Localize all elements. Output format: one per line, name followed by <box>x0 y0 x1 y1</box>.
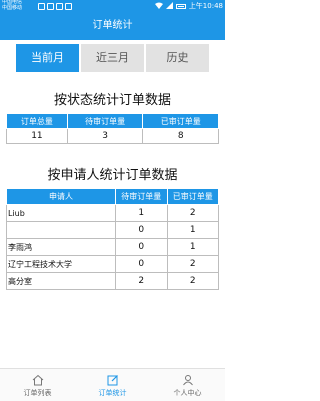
tab-last-three-months[interactable]: 近三月 <box>81 44 144 72</box>
status-right: 上午10:48 <box>154 0 223 12</box>
carrier-line-2: 中国移动 <box>2 4 23 11</box>
approved-count: 2 <box>166 272 219 290</box>
notification-icon <box>65 2 72 10</box>
app-bar: 订单统计 <box>0 12 225 40</box>
pending-count: 2 <box>115 272 168 290</box>
header-pending: 待审订单量 <box>115 188 168 205</box>
home-icon <box>32 374 43 386</box>
table-row: 李雨鸿 0 1 <box>6 238 219 256</box>
table-row: Liub 1 2 <box>6 204 219 222</box>
status-stats-title: 按状态统计订单数据 <box>53 93 171 108</box>
pending-count: 3 <box>66 128 144 144</box>
wifi-icon <box>154 2 163 11</box>
notification-icon <box>56 2 63 10</box>
header-pending: 待审订单量 <box>66 113 144 129</box>
notification-icon <box>47 2 54 10</box>
pending-count: 1 <box>115 204 168 222</box>
approved-count: 1 <box>166 238 219 256</box>
total-count: 11 <box>6 128 68 144</box>
applicant-name <box>6 221 116 239</box>
approved-count: 2 <box>166 255 219 273</box>
pending-count: 0 <box>115 238 168 256</box>
status-stats-table: 订单总量 待审订单量 已审订单量 11 3 8 <box>6 113 219 144</box>
nav-profile-label: 个人中心 <box>173 389 202 397</box>
pending-count: 0 <box>115 255 168 273</box>
battery-icon <box>175 3 186 9</box>
tab-history[interactable]: 历史 <box>146 44 209 72</box>
notification-icon <box>38 2 45 10</box>
header-applicant: 申请人 <box>6 188 116 205</box>
tab-current-month[interactable]: 当前月 <box>16 44 79 72</box>
table-row: 高分室 2 2 <box>6 272 219 290</box>
pending-count: 0 <box>115 221 168 239</box>
table-row: 11 3 8 <box>6 128 219 144</box>
table-header-row: 订单总量 待审订单量 已审订单量 <box>6 113 219 129</box>
applicant-name: 高分室 <box>6 272 116 290</box>
nav-order-list[interactable]: 订单列表 <box>0 369 75 401</box>
approved-count: 2 <box>166 204 219 222</box>
header-total: 订单总量 <box>6 113 68 129</box>
period-tabs: 当前月 近三月 历史 <box>16 44 209 72</box>
bottom-nav: 订单列表 订单统计 个人中心 <box>0 368 225 401</box>
applicant-stats-table: 申请人 待审订单量 已审订单量 Liub 1 2 0 1 李雨鸿 0 1 辽宁工… <box>6 188 219 290</box>
applicant-name: 李雨鸿 <box>6 238 116 256</box>
approved-count: 8 <box>142 128 219 144</box>
nav-order-stats[interactable]: 订单统计 <box>75 369 150 401</box>
edit-icon <box>107 375 118 386</box>
nav-order-stats-label: 订单统计 <box>98 389 127 397</box>
applicant-name: Liub <box>6 204 116 222</box>
table-header-row: 申请人 待审订单量 已审订单量 <box>6 188 219 205</box>
nav-profile[interactable]: 个人中心 <box>150 369 225 401</box>
carrier-info: 中国电信 中国移动 <box>2 0 22 11</box>
applicant-stats-title: 按申请人统计订单数据 <box>47 168 178 183</box>
table-row: 辽宁工程技术大学 0 2 <box>6 255 219 273</box>
table-row: 0 1 <box>6 221 219 239</box>
header-approved: 已审订单量 <box>166 188 219 205</box>
status-bar: 中国电信 中国移动 上午10:48 <box>0 0 225 12</box>
clock: 上午10:48 <box>188 2 223 10</box>
applicant-name: 辽宁工程技术大学 <box>6 255 116 273</box>
notification-icons <box>38 2 72 10</box>
header-approved: 已审订单量 <box>142 113 219 129</box>
page-title: 订单统计 <box>92 20 133 31</box>
person-icon <box>182 375 193 386</box>
signal-icon <box>165 1 173 11</box>
approved-count: 1 <box>166 221 219 239</box>
nav-order-list-label: 订单列表 <box>23 389 52 397</box>
